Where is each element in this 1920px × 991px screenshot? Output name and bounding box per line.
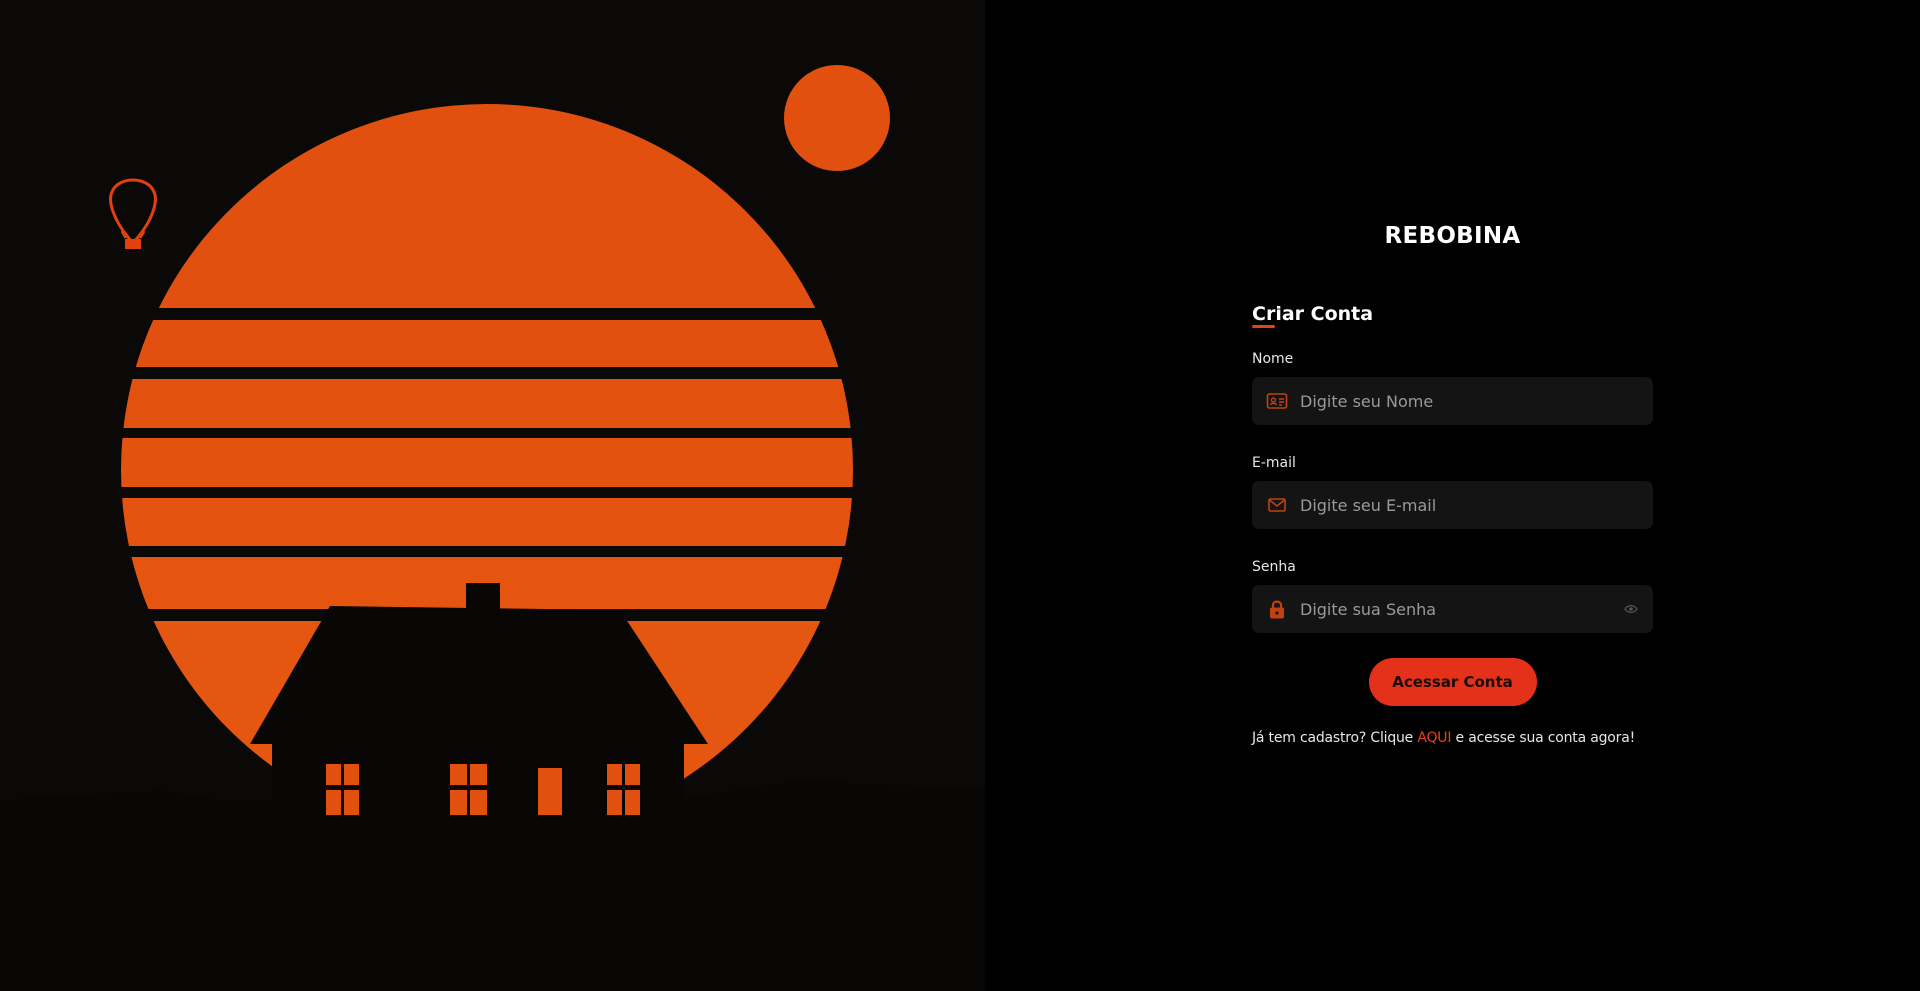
password-input[interactable] bbox=[1300, 585, 1620, 633]
moon-circle bbox=[784, 65, 890, 171]
login-prompt-suffix: e acesse sua conta agora! bbox=[1451, 730, 1636, 746]
signup-form: Criar Conta Nome E-mail Senha bbox=[1252, 300, 1653, 746]
illustration-panel bbox=[0, 0, 985, 991]
login-link[interactable]: AQUI bbox=[1417, 730, 1451, 746]
email-input[interactable] bbox=[1300, 481, 1620, 529]
email-field[interactable] bbox=[1252, 481, 1653, 529]
id-card-icon bbox=[1266, 393, 1288, 409]
house-silhouette bbox=[0, 583, 985, 991]
mail-icon bbox=[1268, 498, 1286, 512]
name-input[interactable] bbox=[1300, 377, 1620, 425]
password-label: Senha bbox=[1252, 559, 1296, 575]
form-title-text: Criar Conta bbox=[1252, 303, 1374, 325]
sunset-house-illustration bbox=[0, 65, 985, 991]
form-title: Criar Conta bbox=[1252, 300, 1653, 330]
eye-icon[interactable] bbox=[1624, 603, 1638, 615]
balloon-icon bbox=[109, 178, 157, 246]
login-prompt-prefix: Já tem cadastro? Clique bbox=[1252, 730, 1418, 746]
title-underline bbox=[1252, 325, 1275, 328]
name-field[interactable] bbox=[1252, 377, 1653, 425]
email-label: E-mail bbox=[1252, 455, 1296, 471]
submit-button[interactable]: Acessar Conta bbox=[1368, 658, 1537, 706]
signup-panel: REBOBINA Criar Conta Nome E-mail Senha bbox=[985, 0, 1920, 991]
name-label: Nome bbox=[1252, 351, 1294, 367]
login-prompt: Já tem cadastro? Clique AQUI e acesse su… bbox=[1252, 730, 1653, 746]
password-field[interactable] bbox=[1252, 585, 1653, 633]
submit-row: Acessar Conta bbox=[1252, 658, 1653, 706]
brand-title: REBOBINA bbox=[1384, 223, 1521, 249]
lock-icon bbox=[1270, 600, 1284, 619]
